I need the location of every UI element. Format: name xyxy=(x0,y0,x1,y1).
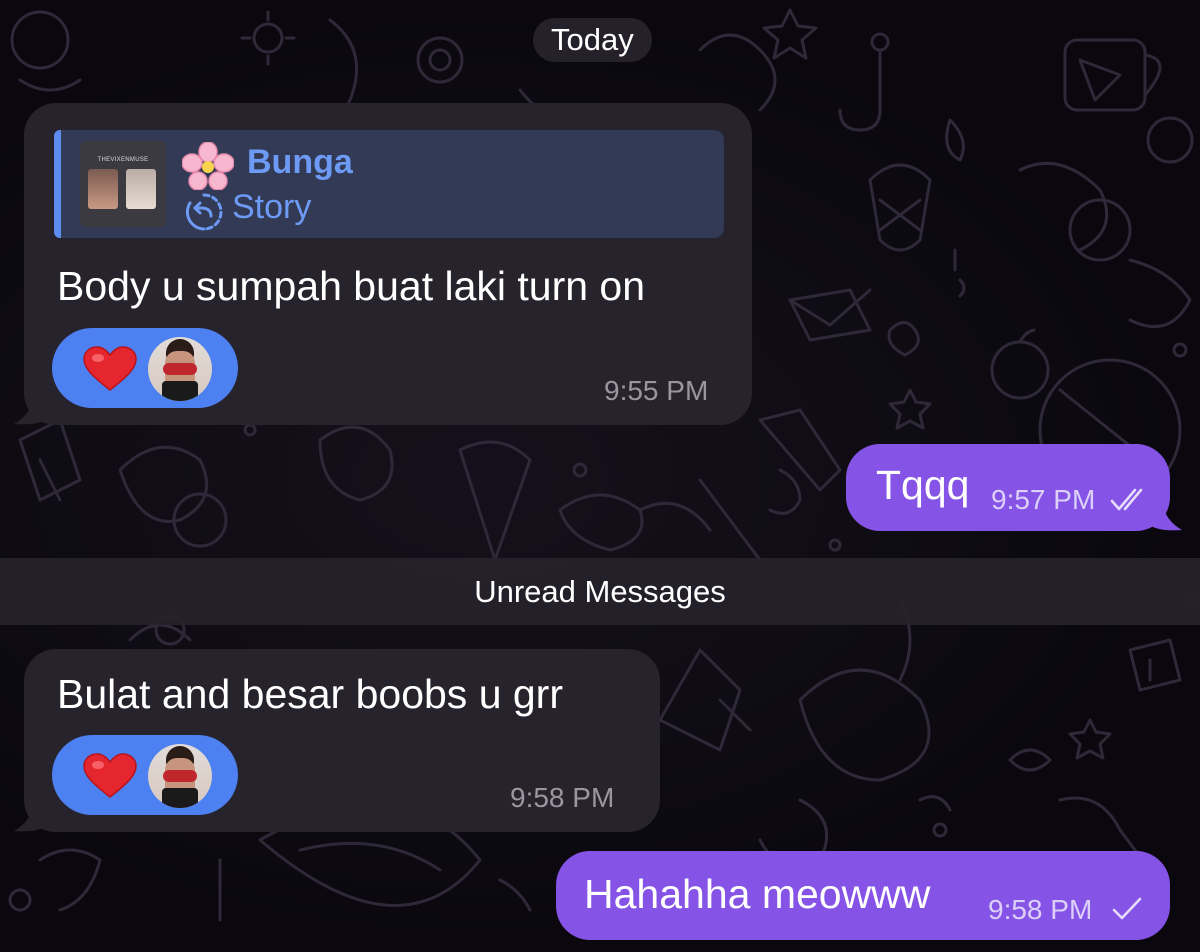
unread-messages-separator: Unread Messages xyxy=(0,558,1200,625)
date-separator: Today xyxy=(533,18,652,62)
reactor-avatar[interactable] xyxy=(148,744,212,808)
heart-reaction-icon xyxy=(83,346,137,391)
reply-story-label: Story xyxy=(232,188,312,226)
message-bubble-outgoing[interactable]: Tqqq 9:57 PM xyxy=(846,444,1170,531)
thumbnail-caption: THEVIXENMUSE xyxy=(97,157,149,163)
message-bubble-outgoing[interactable]: Hahahha meowww 9:58 PM xyxy=(556,851,1170,940)
avatar-top xyxy=(163,770,197,782)
read-double-check-icon xyxy=(1110,488,1143,511)
message-timestamp: 9:55 PM xyxy=(604,375,709,406)
message-text: Body u sumpah buat laki turn on xyxy=(57,263,646,309)
heart-reaction-icon xyxy=(83,753,137,798)
story-thumbnail: THEVIXENMUSE xyxy=(80,141,166,227)
message-bubble-incoming[interactable]: THEVIXENMUSE Bunga Story Body u sumpah b… xyxy=(24,103,752,425)
thumbnail-photo xyxy=(88,169,118,209)
avatar-legs xyxy=(162,381,198,401)
reply-sender-name: Bunga xyxy=(247,143,353,181)
reaction-pill[interactable] xyxy=(52,328,238,408)
sent-single-check-icon xyxy=(1112,897,1142,920)
avatar-legs xyxy=(162,788,198,808)
message-bubble-incoming[interactable]: Bulat and besar boobs u grr 9:58 PM xyxy=(24,649,660,832)
message-text: Bulat and besar boobs u grr xyxy=(57,671,563,717)
cherry-blossom-emoji-icon xyxy=(182,142,234,190)
story-reply-preview[interactable]: THEVIXENMUSE Bunga Story xyxy=(54,130,724,238)
reaction-pill[interactable] xyxy=(52,735,238,815)
story-reply-icon xyxy=(185,193,223,231)
chat-view[interactable]: Today THEVIXENMUSE Bunga Story Body u su… xyxy=(0,0,1200,952)
thumbnail-photo xyxy=(126,169,156,209)
message-timestamp: 9:57 PM xyxy=(991,484,1096,515)
message-timestamp: 9:58 PM xyxy=(988,894,1093,925)
reactor-avatar[interactable] xyxy=(148,337,212,401)
avatar-top xyxy=(163,363,197,375)
message-text: Tqqq xyxy=(876,462,970,508)
message-timestamp: 9:58 PM xyxy=(510,782,615,813)
reply-accent-bar xyxy=(54,130,61,238)
message-text: Hahahha meowww xyxy=(584,871,931,917)
